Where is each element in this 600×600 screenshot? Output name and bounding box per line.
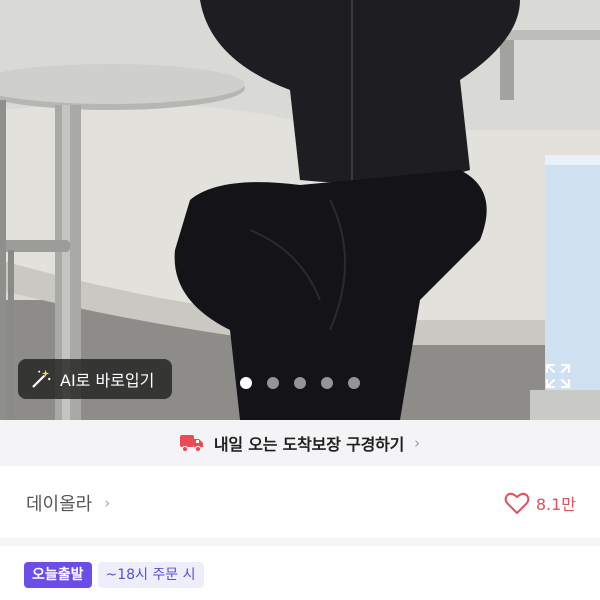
shop-link[interactable]: 데이올라 › xyxy=(26,490,110,516)
like-button[interactable]: 8.1만 xyxy=(504,491,576,515)
delivery-guarantee-banner[interactable]: 내일 오는 도착보장 구경하기 › xyxy=(0,420,600,466)
carousel-dot[interactable] xyxy=(348,377,360,389)
section-divider xyxy=(0,538,600,546)
shipping-badges: 오늘출발 ~18시 주문 시 xyxy=(24,562,204,588)
carousel-pagination xyxy=(240,377,360,389)
heart-icon xyxy=(504,492,530,514)
chevron-right-icon: › xyxy=(104,494,111,512)
delivery-guarantee-label: 내일 오는 도착보장 구경하기 xyxy=(213,435,405,454)
like-count: 8.1만 xyxy=(535,495,576,514)
carousel-dot[interactable] xyxy=(267,377,279,389)
ai-try-on-label: AI로 바로입기 xyxy=(60,371,155,390)
shop-info-row: 데이올라 › 8.1만 xyxy=(0,476,600,530)
product-image-carousel[interactable]: AI로 바로입기 xyxy=(0,0,600,420)
same-day-shipping-badge: 오늘출발 xyxy=(24,562,92,588)
shop-name: 데이올라 xyxy=(26,494,93,515)
expand-icon[interactable] xyxy=(544,362,572,390)
truck-icon xyxy=(179,435,203,453)
carousel-dot[interactable] xyxy=(321,377,333,389)
product-photo xyxy=(0,0,600,420)
ai-try-on-button[interactable]: AI로 바로입기 xyxy=(18,359,172,399)
carousel-dot[interactable] xyxy=(294,377,306,389)
chevron-right-icon: › xyxy=(414,434,421,452)
order-cutoff-badge: ~18시 주문 시 xyxy=(97,562,204,588)
magic-wand-icon xyxy=(32,369,51,388)
carousel-dot[interactable] xyxy=(240,377,252,389)
